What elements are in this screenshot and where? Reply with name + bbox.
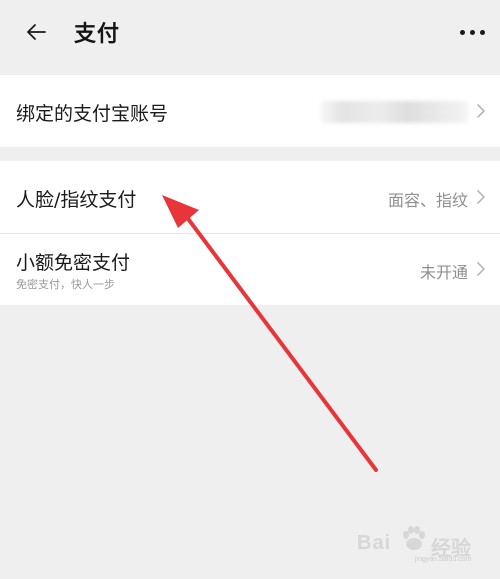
row-label: 人脸/指纹支付 xyxy=(16,189,137,211)
more-horizontal-icon xyxy=(469,29,475,35)
chevron-right-icon xyxy=(477,190,485,204)
account-card: 绑定的支付宝账号 xyxy=(0,75,500,147)
more-horizontal-icon xyxy=(459,29,465,35)
chevron-right-icon xyxy=(477,262,485,276)
more-horizontal-icon xyxy=(479,29,485,35)
payment-settings-card: 人脸/指纹支付 面容、指纹 小额免密支付 免密支付，快人一步 未开通 xyxy=(0,161,500,305)
row-value: 面容、指纹 xyxy=(387,191,468,210)
face-fingerprint-pay-row[interactable]: 人脸/指纹支付 面容、指纹 xyxy=(0,161,500,234)
small-amount-pay-row[interactable]: 小额免密支付 免密支付，快人一步 未开通 xyxy=(0,234,500,306)
alipay-account-row[interactable]: 绑定的支付宝账号 xyxy=(0,75,500,147)
watermark-url: jingyan.baidu.com xyxy=(415,556,472,563)
row-sublabel: 免密支付，快人一步 xyxy=(16,278,115,291)
baidu-paw-icon xyxy=(403,526,425,550)
row-label: 绑定的支付宝账号 xyxy=(16,103,169,125)
blurred-account-value xyxy=(320,101,468,123)
watermark-text-left: Bai xyxy=(357,532,392,554)
arrow-left-icon xyxy=(27,24,46,40)
chevron-right-icon xyxy=(477,104,485,118)
page-title: 支付 xyxy=(74,22,121,47)
more-button[interactable] xyxy=(452,18,492,46)
baidu-jingyan-watermark: Bai 经验 jingyan.baidu.com xyxy=(355,518,495,564)
header-bar: 支付 xyxy=(0,0,500,64)
row-value: 未开通 xyxy=(419,263,468,282)
row-label: 小额免密支付 xyxy=(16,252,131,274)
back-button[interactable] xyxy=(18,14,54,50)
